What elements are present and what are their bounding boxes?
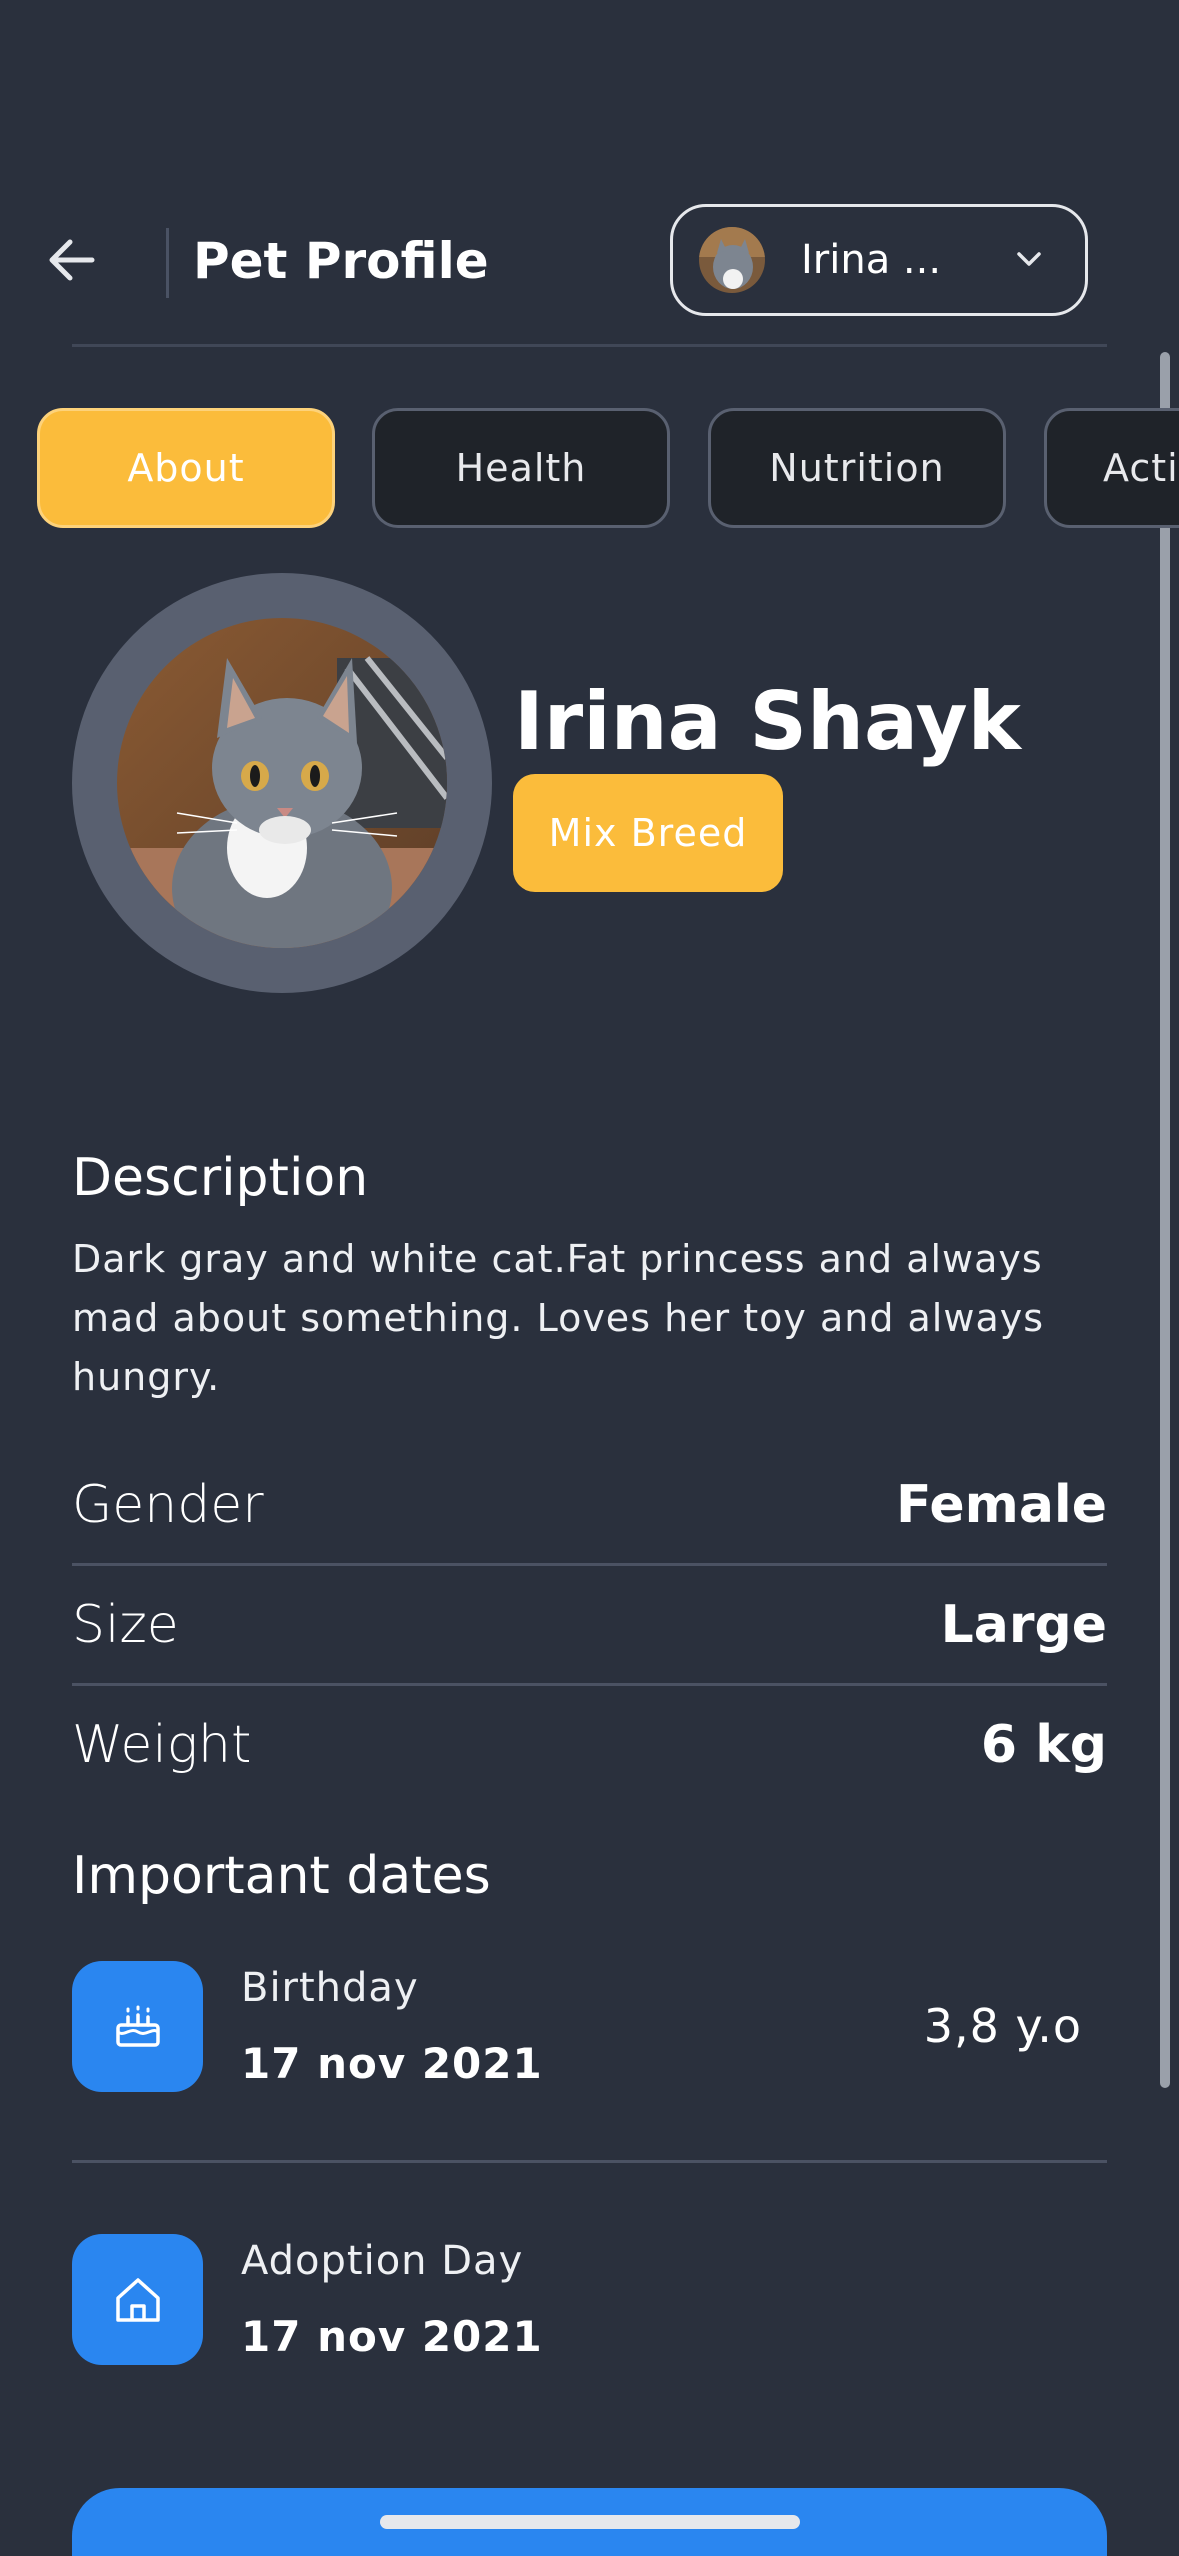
home-icon bbox=[115, 2277, 160, 2322]
pet-selector-avatar bbox=[699, 227, 765, 293]
attribute-row-weight: Weight 6 kg bbox=[72, 1715, 1107, 1775]
important-dates-title: Important dates bbox=[72, 1846, 491, 1906]
attribute-value: Large bbox=[940, 1595, 1107, 1655]
chevron-down-icon bbox=[1017, 252, 1041, 266]
divider bbox=[72, 1683, 1107, 1686]
divider bbox=[72, 1563, 1107, 1566]
pet-avatar bbox=[117, 618, 447, 948]
description-text: Dark gray and white cat.Fat princess and… bbox=[72, 1237, 1045, 1399]
attribute-label: Weight bbox=[72, 1715, 252, 1775]
attribute-row-gender: Gender Female bbox=[72, 1475, 1107, 1535]
selected-pet-name: Irina ... bbox=[801, 237, 942, 283]
cake-icon bbox=[115, 2005, 160, 2047]
birthday-date: 17 nov 2021 bbox=[241, 2039, 543, 2088]
header-separator bbox=[72, 344, 1107, 347]
attribute-value: Female bbox=[895, 1475, 1107, 1535]
back-button[interactable] bbox=[40, 228, 104, 292]
tab-about[interactable]: About bbox=[37, 408, 335, 528]
adoption-label: Adoption Day bbox=[241, 2238, 524, 2284]
home-indicator bbox=[380, 2515, 800, 2529]
scrollbar[interactable] bbox=[1160, 352, 1170, 2088]
adoption-icon-tile bbox=[72, 2234, 203, 2365]
breed-badge: Mix Breed bbox=[513, 774, 783, 892]
birthday-icon-tile bbox=[72, 1961, 203, 2092]
tab-activity[interactable]: Acti bbox=[1044, 408, 1179, 528]
pet-name: Irina Shayk bbox=[514, 675, 1021, 768]
adoption-date: 17 nov 2021 bbox=[241, 2312, 543, 2361]
attribute-label: Gender bbox=[72, 1475, 264, 1535]
pet-age: 3,8 y.o bbox=[923, 1999, 1082, 2053]
attribute-row-size: Size Large bbox=[72, 1595, 1107, 1655]
attribute-label: Size bbox=[72, 1595, 179, 1655]
divider bbox=[72, 2160, 1107, 2163]
tab-health[interactable]: Health bbox=[372, 408, 670, 528]
tab-nutrition[interactable]: Nutrition bbox=[708, 408, 1006, 528]
description-title: Description bbox=[72, 1148, 369, 1208]
arrow-left-icon bbox=[49, 239, 95, 281]
pet-profile-screen: Pet Profile Irina ... About Health Nutri… bbox=[0, 0, 1179, 2556]
birthday-label: Birthday bbox=[241, 1965, 419, 2011]
header-divider bbox=[166, 228, 169, 298]
attribute-value: 6 kg bbox=[980, 1715, 1107, 1775]
page-title: Pet Profile bbox=[193, 232, 489, 290]
pet-selector-dropdown[interactable]: Irina ... bbox=[670, 204, 1088, 316]
